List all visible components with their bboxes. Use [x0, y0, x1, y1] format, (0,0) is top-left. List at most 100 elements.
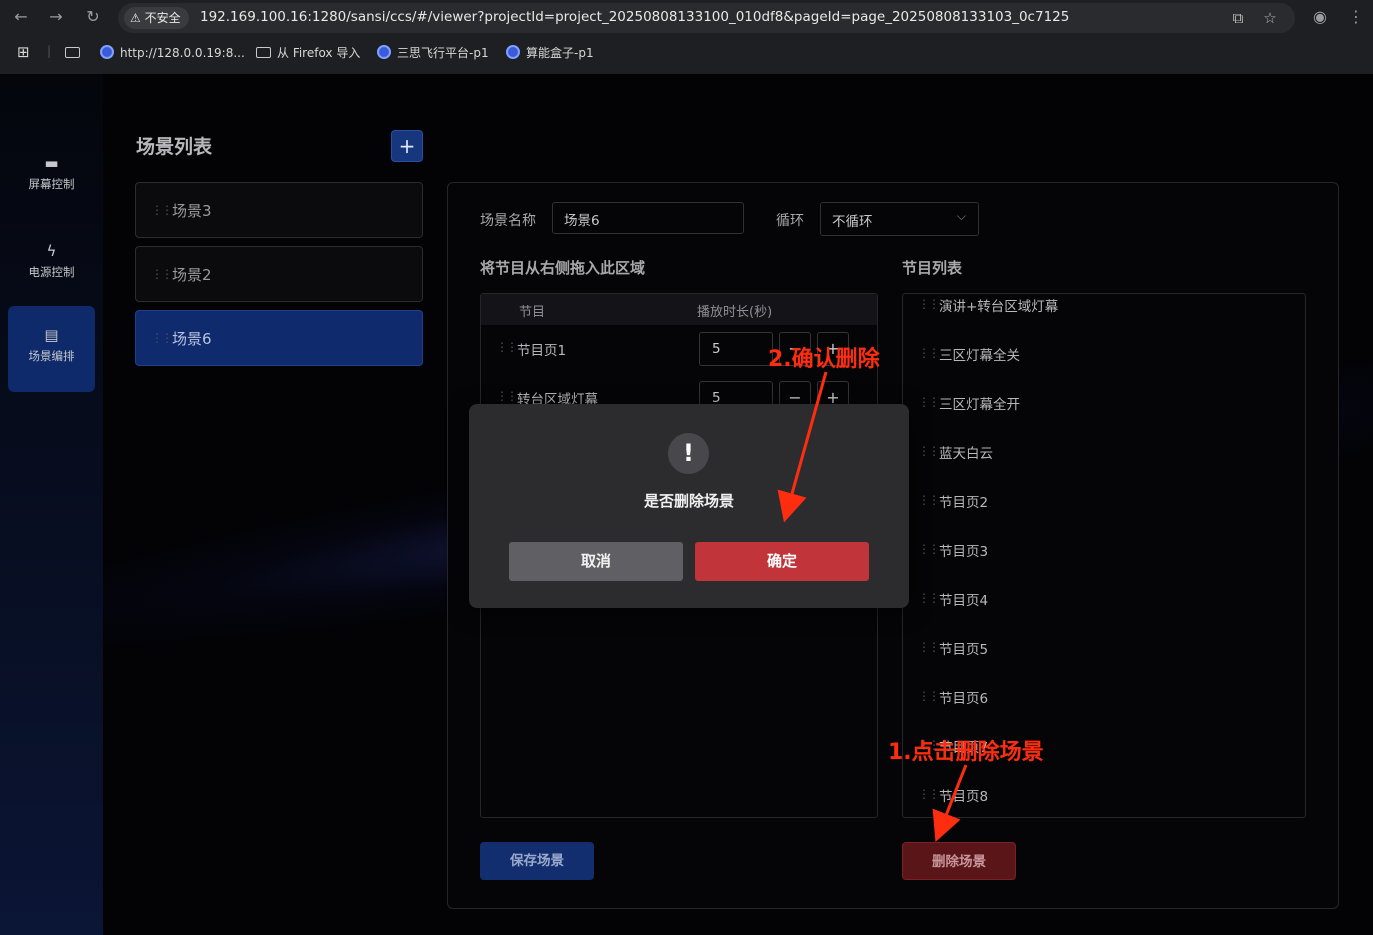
- drag-handle-icon[interactable]: ⋮⋮: [918, 493, 940, 507]
- annotation-step2: 2.确认删除: [768, 347, 880, 372]
- forward-arrow-icon[interactable]: →: [45, 6, 67, 28]
- list-item[interactable]: ⋮⋮ 三区灯幕全开: [903, 392, 1305, 432]
- save-scene-button[interactable]: 保存场景: [480, 842, 594, 880]
- menu-dots-icon[interactable]: ⋮: [1345, 6, 1367, 28]
- list-item[interactable]: ⋮⋮ 节目页6: [903, 686, 1305, 726]
- program-name: 节目页1: [517, 343, 567, 359]
- drag-handle-icon[interactable]: ⋮⋮: [918, 591, 940, 605]
- column-header-duration: 播放时长(秒): [697, 305, 773, 320]
- drag-handle-icon[interactable]: ⋮⋮: [918, 444, 940, 458]
- translate-icon[interactable]: ⧉: [1228, 8, 1248, 28]
- monitor-icon: ▬: [44, 154, 59, 172]
- drag-handle-icon[interactable]: ⋮⋮: [918, 787, 940, 801]
- list-item[interactable]: ⋮⋮ 节目页8: [903, 784, 1305, 817]
- confirm-delete-dialog: ! 是否删除场景 取消 确定: [469, 404, 909, 608]
- scene-name: 场景2: [172, 266, 212, 284]
- sidebar-item-label: 屏幕控制: [28, 177, 75, 191]
- warning-icon: ⚠: [130, 11, 141, 25]
- drag-handle-icon[interactable]: ⋮⋮: [918, 395, 940, 409]
- drag-handle-icon[interactable]: ⋮⋮: [918, 346, 940, 360]
- annotation-step1: 1.点击删除场景: [888, 740, 1044, 765]
- bookmark-item[interactable]: 三思飞行平台-p1: [377, 44, 489, 62]
- scene-name-label: 场景名称: [480, 213, 536, 229]
- app-root: ▬ 屏幕控制 ϟ 电源控制 ▤ 场景编排 场景列表 + ⋮⋮ 场景3 ⋮⋮ 场景…: [0, 74, 1373, 935]
- globe-icon: [100, 45, 114, 59]
- delete-scene-button[interactable]: 删除场景: [902, 842, 1016, 880]
- drag-handle-icon[interactable]: ⋮⋮: [496, 389, 518, 403]
- program-name: 节目页5: [939, 642, 989, 658]
- scene-list-title: 场景列表: [136, 136, 213, 158]
- drag-handle-icon[interactable]: ⋮⋮: [496, 340, 518, 354]
- back-arrow-icon[interactable]: ←: [10, 6, 32, 28]
- program-name: 三区灯幕全开: [939, 397, 1020, 413]
- url-text[interactable]: 192.169.100.16:1280/sansi/ccs/#/viewer?p…: [200, 9, 1069, 25]
- program-name: 节目页8: [939, 789, 989, 805]
- bookmarks-bar: ⊞ | http://128.0.0.19:8... 从 Firefox 导入 …: [0, 38, 1373, 68]
- drag-handle-icon[interactable]: ⋮⋮: [918, 297, 940, 311]
- program-list-title: 节目列表: [902, 259, 963, 277]
- bookmark-item[interactable]: http://128.0.0.19:8...: [100, 44, 245, 62]
- add-scene-button[interactable]: +: [391, 130, 423, 162]
- list-item[interactable]: ⋮⋮ 三区灯幕全关: [903, 343, 1305, 383]
- drag-handle-icon[interactable]: ⋮⋮: [918, 640, 940, 654]
- list-item[interactable]: ⋮⋮ 节目页4: [903, 588, 1305, 628]
- drag-handle-icon[interactable]: ⋮⋮: [151, 331, 173, 345]
- sidebar: ▬ 屏幕控制 ϟ 电源控制 ▤ 场景编排: [0, 74, 103, 935]
- program-name: 节目页3: [939, 544, 989, 560]
- bookmark-folder[interactable]: 从 Firefox 导入: [256, 44, 360, 62]
- scene-item-selected[interactable]: ⋮⋮ 场景6: [135, 310, 423, 366]
- confirm-button[interactable]: 确定: [695, 542, 869, 581]
- list-item[interactable]: ⋮⋮ 节目页3: [903, 539, 1305, 579]
- scene-item[interactable]: ⋮⋮ 场景3: [135, 182, 423, 238]
- sidebar-item-scene-arrange[interactable]: ▤ 场景编排: [8, 306, 95, 392]
- security-chip[interactable]: ⚠ 不安全: [124, 7, 189, 29]
- drag-handle-icon[interactable]: ⋮⋮: [151, 203, 173, 217]
- profile-icon[interactable]: ◉: [1309, 6, 1331, 28]
- cancel-button[interactable]: 取消: [509, 542, 683, 581]
- bookmark-item[interactable]: 算能盒子-p1: [506, 44, 594, 62]
- list-item[interactable]: ⋮⋮ 蓝天白云: [903, 441, 1305, 481]
- program-name: 节目页4: [939, 593, 989, 609]
- chevron-down-icon: ⌵: [956, 209, 966, 223]
- exclamation-icon: !: [668, 433, 709, 474]
- drag-handle-icon[interactable]: ⋮⋮: [918, 689, 940, 703]
- lightning-icon: ϟ: [46, 242, 57, 260]
- browser-chrome: ← → ↻ ⚠ 不安全 192.169.100.16:1280/sansi/cc…: [0, 0, 1373, 74]
- list-item[interactable]: ⋮⋮ 节目页2: [903, 490, 1305, 530]
- scene-name: 场景6: [172, 330, 212, 348]
- drop-area-title: 将节目从右侧拖入此区域: [480, 259, 646, 277]
- program-name: 三区灯幕全关: [939, 348, 1020, 364]
- scene-name-input[interactable]: 场景6: [552, 202, 744, 234]
- scene-name: 场景3: [172, 202, 212, 220]
- reload-icon[interactable]: ↻: [82, 6, 104, 28]
- folder-icon: [256, 47, 271, 58]
- program-name: 节目页2: [939, 495, 989, 511]
- list-item[interactable]: ⋮⋮ 节目页5: [903, 637, 1305, 677]
- program-name: 蓝天白云: [939, 446, 993, 462]
- loop-label: 循环: [776, 213, 804, 229]
- list-item[interactable]: ⋮⋮ 演讲+转台区域灯幕: [903, 294, 1305, 334]
- apps-grid-icon[interactable]: ⊞: [17, 43, 30, 61]
- address-bar[interactable]: ⚠ 不安全 192.169.100.16:1280/sansi/ccs/#/vi…: [118, 3, 1295, 33]
- column-header-program: 节目: [519, 305, 546, 320]
- program-name: 节目页6: [939, 691, 989, 707]
- sidebar-item-label: 电源控制: [28, 265, 75, 279]
- clapperboard-icon: ▤: [44, 326, 59, 344]
- sidebar-item-power-control[interactable]: ϟ 电源控制: [8, 222, 95, 308]
- dialog-message: 是否删除场景: [643, 492, 734, 510]
- star-icon[interactable]: ☆: [1260, 8, 1280, 28]
- url-bar-row: ← → ↻ ⚠ 不安全 192.169.100.16:1280/sansi/cc…: [0, 0, 1373, 34]
- folder-icon[interactable]: [65, 44, 86, 62]
- security-label: 不安全: [144, 11, 181, 25]
- drag-handle-icon[interactable]: ⋮⋮: [151, 267, 173, 281]
- loop-select[interactable]: 不循环 ⌵: [820, 202, 979, 236]
- globe-icon: [506, 45, 520, 59]
- program-name: 演讲+转台区域灯幕: [939, 299, 1059, 315]
- scene-item[interactable]: ⋮⋮ 场景2: [135, 246, 423, 302]
- sidebar-item-label: 场景编排: [28, 349, 75, 363]
- drag-handle-icon[interactable]: ⋮⋮: [918, 542, 940, 556]
- globe-icon: [377, 45, 391, 59]
- sidebar-item-screen-control[interactable]: ▬ 屏幕控制: [8, 134, 95, 220]
- duration-input[interactable]: 5: [699, 332, 773, 366]
- bookmark-divider: |: [47, 44, 52, 58]
